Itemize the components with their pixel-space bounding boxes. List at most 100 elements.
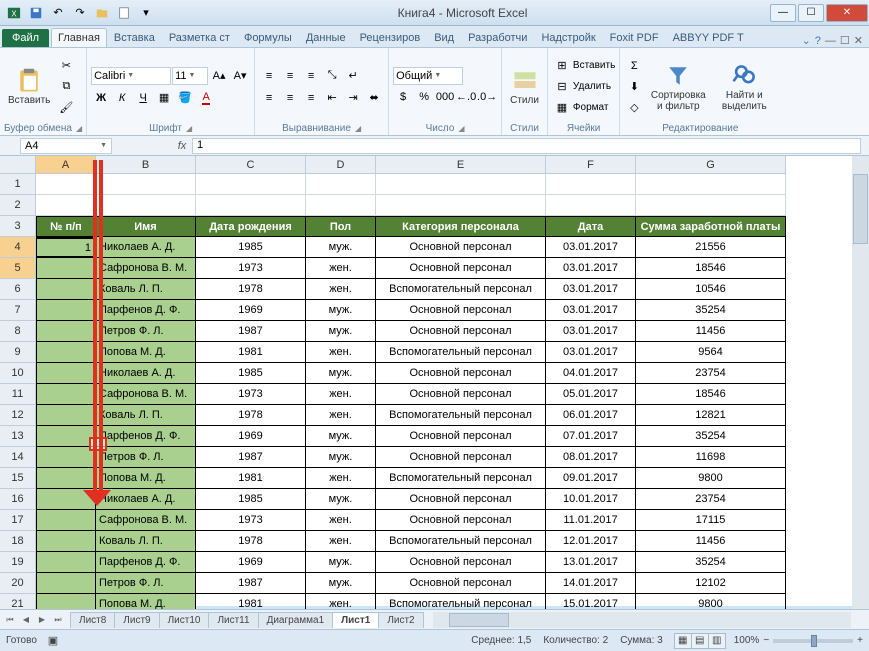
- cell[interactable]: 23754: [636, 489, 786, 510]
- column-header-D[interactable]: D: [306, 156, 376, 174]
- cell[interactable]: Николаев А. Д.: [96, 489, 196, 510]
- cell[interactable]: Парфенов Д. Ф.: [96, 426, 196, 447]
- column-header-F[interactable]: F: [546, 156, 636, 174]
- column-header-C[interactable]: C: [196, 156, 306, 174]
- cell[interactable]: Основной персонал: [376, 426, 546, 447]
- align-bottom-icon[interactable]: ≡: [301, 66, 321, 86]
- number-format-combo[interactable]: Общий▼: [393, 67, 463, 85]
- cell[interactable]: [36, 321, 96, 342]
- cell[interactable]: [96, 174, 196, 195]
- cell[interactable]: Основной персонал: [376, 510, 546, 531]
- sort-filter-button[interactable]: Сортировка и фильтр: [646, 50, 710, 123]
- cell[interactable]: 35254: [636, 552, 786, 573]
- sheet-tab[interactable]: Диаграмма1: [258, 612, 334, 628]
- formula-input[interactable]: 1: [192, 138, 861, 154]
- format-cells-button[interactable]: ▦Формат: [552, 98, 615, 118]
- bold-icon[interactable]: Ж: [91, 88, 111, 108]
- cell[interactable]: 11456: [636, 531, 786, 552]
- insert-cells-button[interactable]: ⊞Вставить: [552, 56, 615, 76]
- cell[interactable]: Петров Ф. Л.: [96, 447, 196, 468]
- cell[interactable]: [36, 342, 96, 363]
- cell[interactable]: Основной персонал: [376, 300, 546, 321]
- align-top-icon[interactable]: ≡: [259, 66, 279, 86]
- maximize-button[interactable]: ☐: [798, 4, 824, 22]
- cell[interactable]: [36, 573, 96, 594]
- fill-icon[interactable]: ⬇: [624, 77, 644, 97]
- cell[interactable]: [636, 195, 786, 216]
- horizontal-scrollbar[interactable]: [433, 612, 851, 628]
- row-header-5[interactable]: 5: [0, 258, 36, 279]
- cell[interactable]: [36, 426, 96, 447]
- border-icon[interactable]: ▦: [154, 88, 174, 108]
- ribbon-tab-6[interactable]: Вид: [427, 28, 461, 47]
- page-break-view-icon[interactable]: ▥: [708, 633, 726, 649]
- zoom-out-icon[interactable]: −: [763, 635, 769, 646]
- cell[interactable]: 05.01.2017: [546, 384, 636, 405]
- cell[interactable]: Основной персонал: [376, 384, 546, 405]
- fx-icon[interactable]: fx: [172, 140, 192, 152]
- cell[interactable]: 1969: [196, 426, 306, 447]
- cell[interactable]: Основной персонал: [376, 258, 546, 279]
- row-header-18[interactable]: 18: [0, 531, 36, 552]
- row-header-20[interactable]: 20: [0, 573, 36, 594]
- cell[interactable]: [546, 195, 636, 216]
- cell[interactable]: [36, 510, 96, 531]
- ribbon-tab-10[interactable]: ABBYY PDF T: [666, 28, 751, 47]
- cell[interactable]: 1: [36, 237, 96, 258]
- zoom-slider[interactable]: [773, 639, 853, 643]
- cell[interactable]: [36, 384, 96, 405]
- row-header-13[interactable]: 13: [0, 426, 36, 447]
- cells-area[interactable]: № п/пИмяДата рожденияПолКатегория персон…: [36, 174, 869, 615]
- cell[interactable]: [36, 300, 96, 321]
- row-header-10[interactable]: 10: [0, 363, 36, 384]
- orientation-icon[interactable]: ⤡: [322, 66, 342, 86]
- cell[interactable]: 1969: [196, 300, 306, 321]
- sheet-first-icon[interactable]: ⏮: [2, 612, 18, 628]
- cell[interactable]: 1973: [196, 258, 306, 279]
- cell[interactable]: Коваль Л. П.: [96, 405, 196, 426]
- column-header-E[interactable]: E: [376, 156, 546, 174]
- close-button[interactable]: ✕: [826, 4, 868, 22]
- cell[interactable]: муж.: [306, 552, 376, 573]
- cell[interactable]: 03.01.2017: [546, 237, 636, 258]
- cell[interactable]: Основной персонал: [376, 447, 546, 468]
- cell[interactable]: 35254: [636, 426, 786, 447]
- cell[interactable]: [306, 195, 376, 216]
- ribbon-tab-9[interactable]: Foxit PDF: [603, 28, 666, 47]
- format-painter-icon[interactable]: 🖌: [56, 98, 76, 118]
- cell[interactable]: 1985: [196, 489, 306, 510]
- undo-icon[interactable]: ↶: [48, 3, 68, 23]
- cell[interactable]: Основной персонал: [376, 321, 546, 342]
- cell[interactable]: 12821: [636, 405, 786, 426]
- cell[interactable]: Вспомогательный персонал: [376, 531, 546, 552]
- styles-button[interactable]: Стили: [506, 50, 543, 123]
- cell[interactable]: муж.: [306, 321, 376, 342]
- table-header-cell[interactable]: Пол: [306, 216, 376, 237]
- wrap-text-icon[interactable]: ↵: [343, 66, 363, 86]
- sheet-tab[interactable]: Лист10: [159, 612, 210, 628]
- cell[interactable]: 11456: [636, 321, 786, 342]
- cell[interactable]: муж.: [306, 489, 376, 510]
- cell[interactable]: Сафронова В. М.: [96, 510, 196, 531]
- new-icon[interactable]: [114, 3, 134, 23]
- normal-view-icon[interactable]: ▦: [674, 633, 692, 649]
- row-header-14[interactable]: 14: [0, 447, 36, 468]
- align-center-icon[interactable]: ≡: [280, 88, 300, 108]
- cell[interactable]: жен.: [306, 405, 376, 426]
- fill-color-icon[interactable]: 🪣: [175, 88, 195, 108]
- font-size-combo[interactable]: 11▼: [172, 67, 208, 85]
- page-layout-view-icon[interactable]: ▤: [691, 633, 709, 649]
- font-color-icon[interactable]: A: [196, 88, 216, 108]
- ribbon-tab-8[interactable]: Надстройк: [534, 28, 602, 47]
- cell[interactable]: Вспомогательный персонал: [376, 342, 546, 363]
- cell[interactable]: 11698: [636, 447, 786, 468]
- underline-icon[interactable]: Ч: [133, 88, 153, 108]
- cell[interactable]: 1973: [196, 384, 306, 405]
- worksheet-grid[interactable]: ABCDEFG 12345678910111213141516171819202…: [0, 156, 869, 606]
- sheet-tab[interactable]: Лист8: [70, 612, 115, 628]
- cell[interactable]: 1973: [196, 510, 306, 531]
- sheet-tab[interactable]: Лист2: [378, 612, 423, 628]
- cell[interactable]: [36, 447, 96, 468]
- macro-record-icon[interactable]: ▣: [43, 631, 63, 651]
- cell[interactable]: Коваль Л. П.: [96, 531, 196, 552]
